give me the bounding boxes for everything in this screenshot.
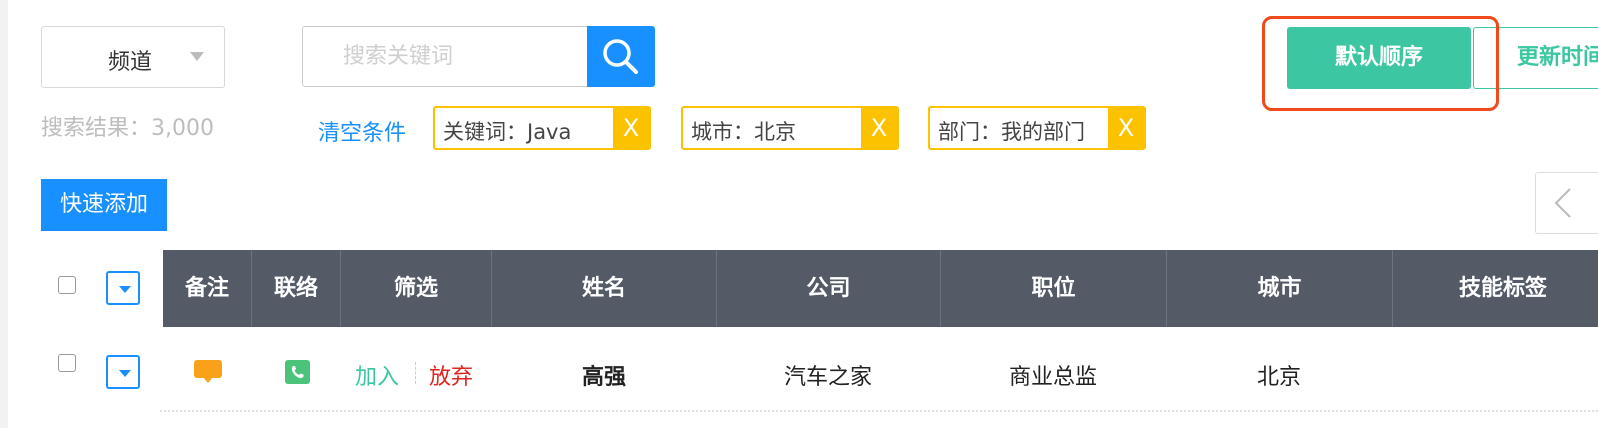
remove-tag-button[interactable]: X: [861, 108, 897, 148]
caret-down-icon: [119, 370, 131, 377]
filter-tag-label: 城市：北京: [691, 120, 796, 144]
left-edge-strip: [0, 0, 8, 428]
channel-select-label: 频道: [108, 50, 153, 75]
highlight-annotation: [1262, 16, 1499, 111]
search-button[interactable]: [587, 26, 655, 87]
filter-tag-department: 部门：我的部门 X: [928, 106, 1146, 150]
phone-icon[interactable]: [285, 360, 310, 384]
row-checkbox[interactable]: [58, 354, 76, 372]
filter-tag-label: 部门：我的部门: [938, 120, 1085, 144]
cell-city: 北京: [1257, 365, 1302, 390]
join-action-link[interactable]: 加入: [355, 359, 399, 391]
column-header-company: 公司: [717, 250, 941, 327]
comment-icon[interactable]: [194, 360, 222, 383]
remove-tag-button[interactable]: X: [613, 108, 649, 148]
cell-position: 商业总监: [1009, 365, 1098, 390]
quit-action-link[interactable]: 放弃: [429, 359, 473, 391]
column-header-contact: 联络: [252, 250, 341, 327]
filter-tag-keyword: 关键词：Java X: [433, 106, 651, 150]
column-header-city: 城市: [1167, 250, 1393, 327]
column-header-name: 姓名: [492, 250, 717, 327]
search-input[interactable]: [302, 26, 592, 87]
caret-down-icon: [119, 286, 131, 293]
table-header: 备注 联络 筛选 姓名 公司 职位 城市 技能标签: [163, 250, 1598, 327]
quick-add-button[interactable]: 快速添加: [41, 179, 167, 231]
column-header-position: 职位: [941, 250, 1167, 327]
remove-tag-button[interactable]: X: [1108, 108, 1144, 148]
bulk-actions-dropdown[interactable]: [106, 271, 140, 305]
cell-company: 汽车之家: [784, 365, 873, 390]
clear-filters-link[interactable]: 清空条件: [318, 115, 406, 147]
select-all-checkbox[interactable]: [58, 276, 76, 294]
cell-name[interactable]: 高强: [582, 359, 626, 391]
column-header-skill-tags: 技能标签: [1458, 276, 1547, 301]
result-count: 搜索结果：3,000: [41, 116, 214, 141]
panel-toggle-button[interactable]: [1535, 172, 1598, 234]
row-actions-dropdown[interactable]: [106, 355, 140, 389]
filter-tag-label: 关键词：Java: [443, 120, 572, 144]
column-header-note: 备注: [163, 250, 252, 327]
column-header-filter: 筛选: [341, 250, 492, 327]
action-divider: [415, 362, 416, 384]
phone-glyph-icon: [291, 366, 304, 379]
chevron-down-icon: [190, 52, 204, 61]
filter-tag-city: 城市：北京 X: [681, 106, 899, 150]
chevron-left-icon: [1554, 188, 1571, 218]
search-icon: [603, 39, 638, 74]
